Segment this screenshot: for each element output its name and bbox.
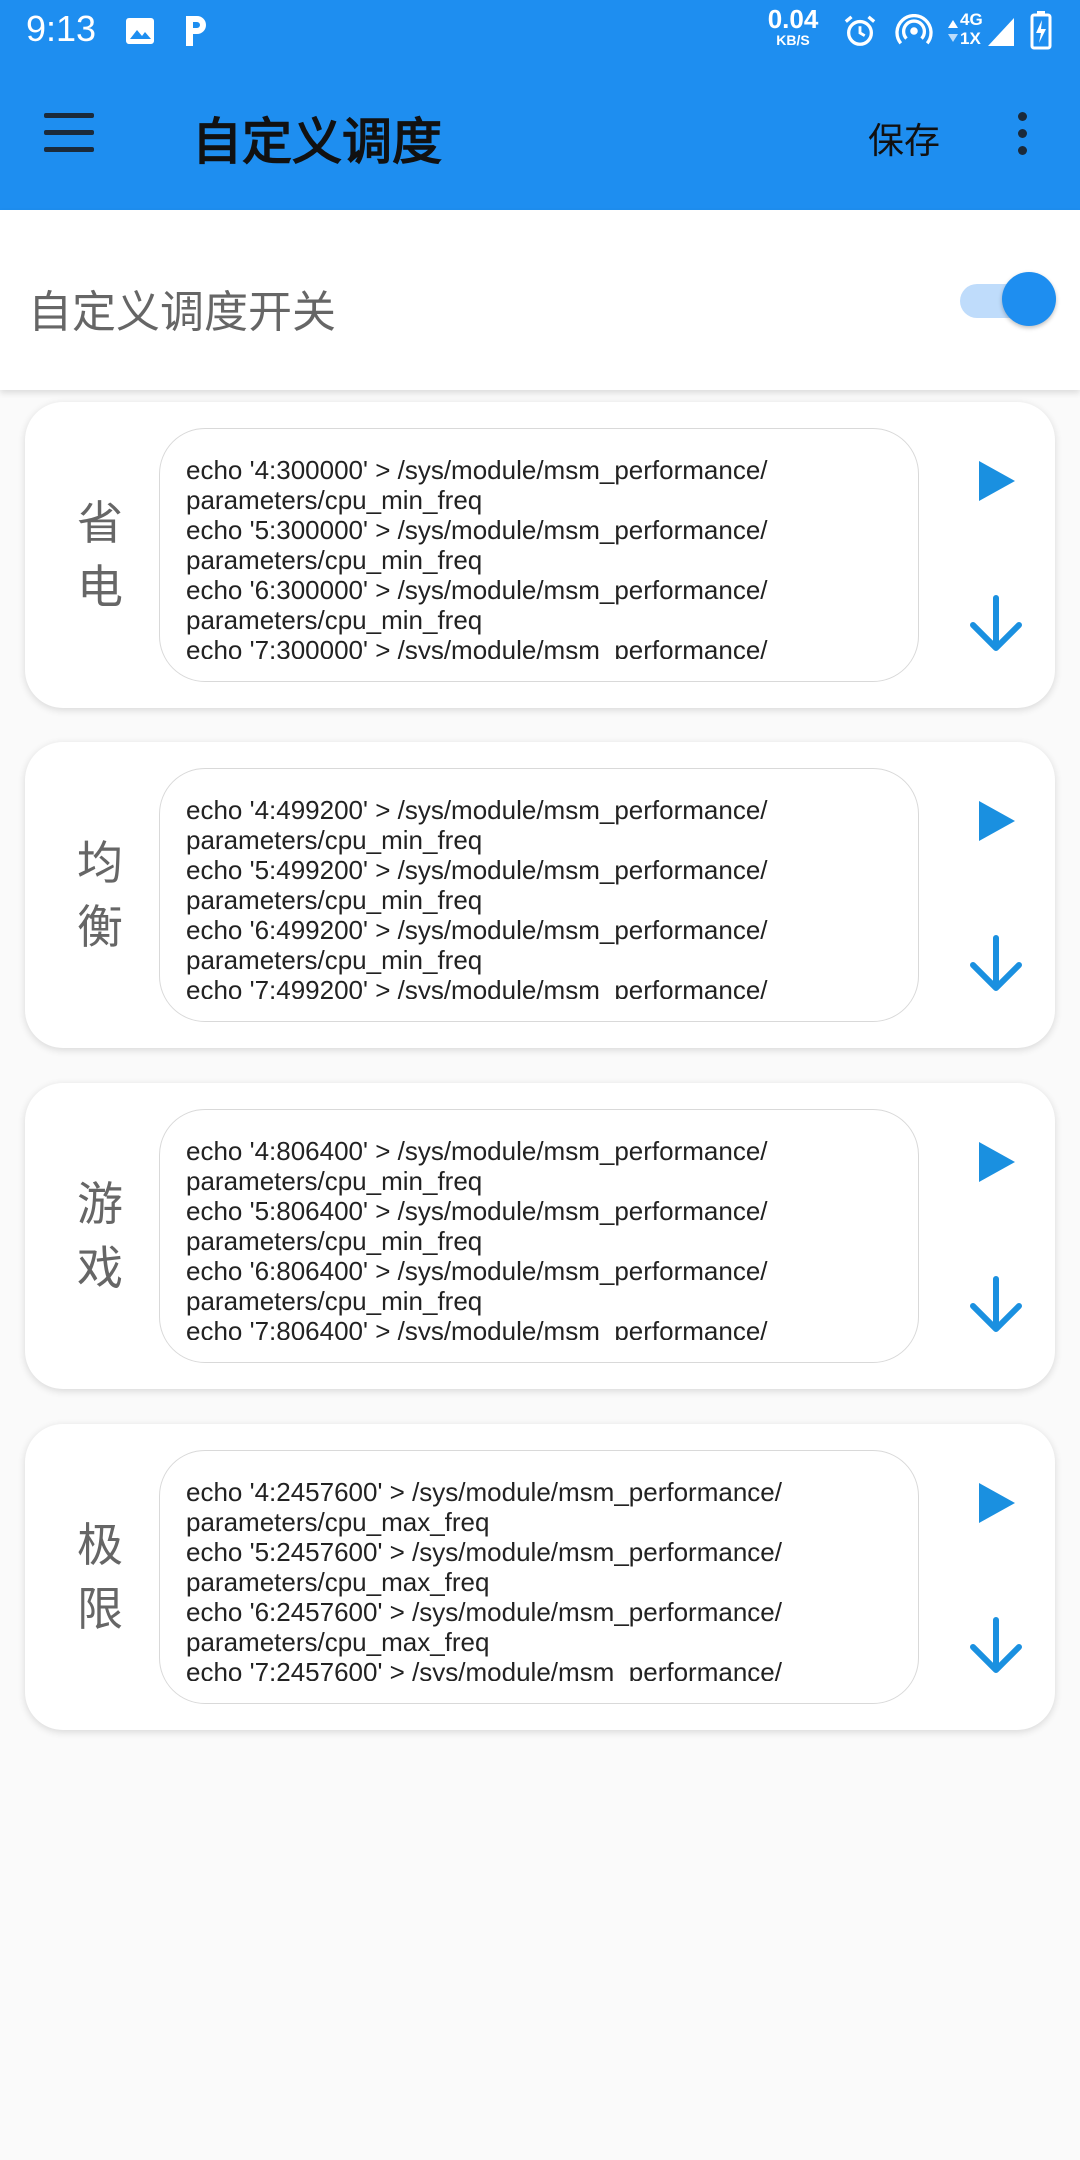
- more-options-icon[interactable]: [1010, 112, 1034, 162]
- net-speed-unit: KB/S: [776, 32, 810, 48]
- image-notification-icon: [126, 18, 154, 44]
- profile-card-balanced: 均 衡 echo '4:499200' > /sys/module/msm_pe…: [25, 742, 1055, 1048]
- script-input[interactable]: echo '4:2457600' > /sys/module/msm_perfo…: [159, 1450, 919, 1704]
- script-input[interactable]: echo '4:300000' > /sys/module/msm_perfor…: [159, 428, 919, 682]
- status-bar: 9:13 0.04 KB/S 4G 1X: [0, 0, 1080, 62]
- parking-notification-icon: [186, 16, 206, 46]
- toggle-thumb: [1002, 272, 1056, 326]
- play-icon[interactable]: [973, 458, 1019, 504]
- script-text[interactable]: echo '4:2457600' > /sys/module/msm_perfo…: [186, 1477, 898, 1681]
- script-text[interactable]: echo '4:300000' > /sys/module/msm_perfor…: [186, 455, 898, 659]
- script-input[interactable]: echo '4:806400' > /sys/module/msm_perfor…: [159, 1109, 919, 1363]
- profile-card-extreme: 极 限 echo '4:2457600' > /sys/module/msm_p…: [25, 1424, 1055, 1730]
- profile-card-game: 游 戏 echo '4:806400' > /sys/module/msm_pe…: [25, 1083, 1055, 1389]
- play-icon[interactable]: [973, 1139, 1019, 1185]
- page-title: 自定义调度: [192, 113, 442, 171]
- play-icon[interactable]: [973, 1480, 1019, 1526]
- menu-button[interactable]: [44, 113, 100, 155]
- data-activity-icon: [948, 20, 958, 42]
- custom-schedule-switch-row[interactable]: 自定义调度开关: [0, 210, 1080, 390]
- script-text[interactable]: echo '4:806400' > /sys/module/msm_perfor…: [186, 1136, 898, 1340]
- switch-label: 自定义调度开关: [28, 287, 336, 338]
- hotspot-icon: [895, 14, 933, 45]
- script-text[interactable]: echo '4:499200' > /sys/module/msm_perfor…: [186, 795, 898, 999]
- profile-card-power-save: 省 电 echo '4:300000' > /sys/module/msm_pe…: [25, 402, 1055, 708]
- arrow-down-icon[interactable]: [969, 1275, 1023, 1335]
- custom-schedule-toggle[interactable]: [956, 272, 1056, 328]
- net-speed-value: 0.04: [767, 4, 819, 34]
- signal-icon: [988, 18, 1014, 46]
- menu-icon-bar: [44, 130, 94, 135]
- arrow-down-icon[interactable]: [969, 1616, 1023, 1676]
- app-bar: 9:13 0.04 KB/S 4G 1X 自定义调度 保存: [0, 0, 1080, 210]
- menu-icon-bar: [44, 113, 94, 118]
- battery-charging-icon: [1030, 11, 1052, 50]
- arrow-down-icon[interactable]: [969, 594, 1023, 654]
- alarm-icon: [844, 15, 876, 46]
- play-icon[interactable]: [973, 798, 1019, 844]
- save-button[interactable]: 保存: [868, 112, 940, 164]
- menu-icon-bar: [44, 147, 94, 152]
- script-input[interactable]: echo '4:499200' > /sys/module/msm_perfor…: [159, 768, 919, 1022]
- status-time: 9:13: [26, 8, 97, 49]
- arrow-down-icon[interactable]: [969, 934, 1023, 994]
- net-speed: 0.04 KB/S: [762, 6, 824, 48]
